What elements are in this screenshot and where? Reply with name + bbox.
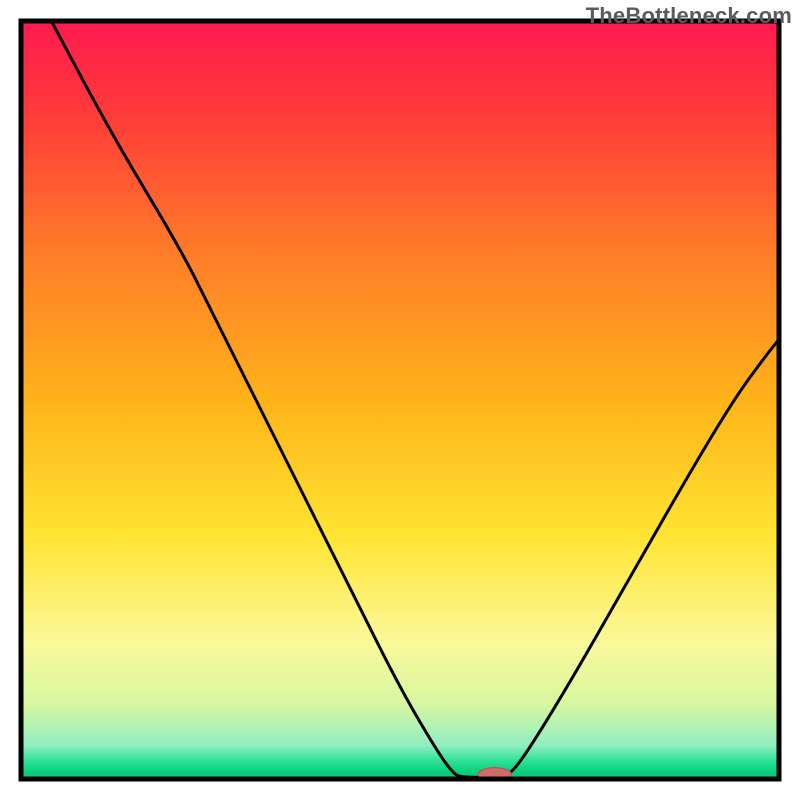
bottleneck-chart: TheBottleneck.com: [0, 0, 800, 800]
watermark-label: TheBottleneck.com: [586, 3, 792, 29]
plot-area: [21, 21, 779, 781]
gradient-background: [21, 21, 779, 779]
chart-canvas: [0, 0, 800, 800]
